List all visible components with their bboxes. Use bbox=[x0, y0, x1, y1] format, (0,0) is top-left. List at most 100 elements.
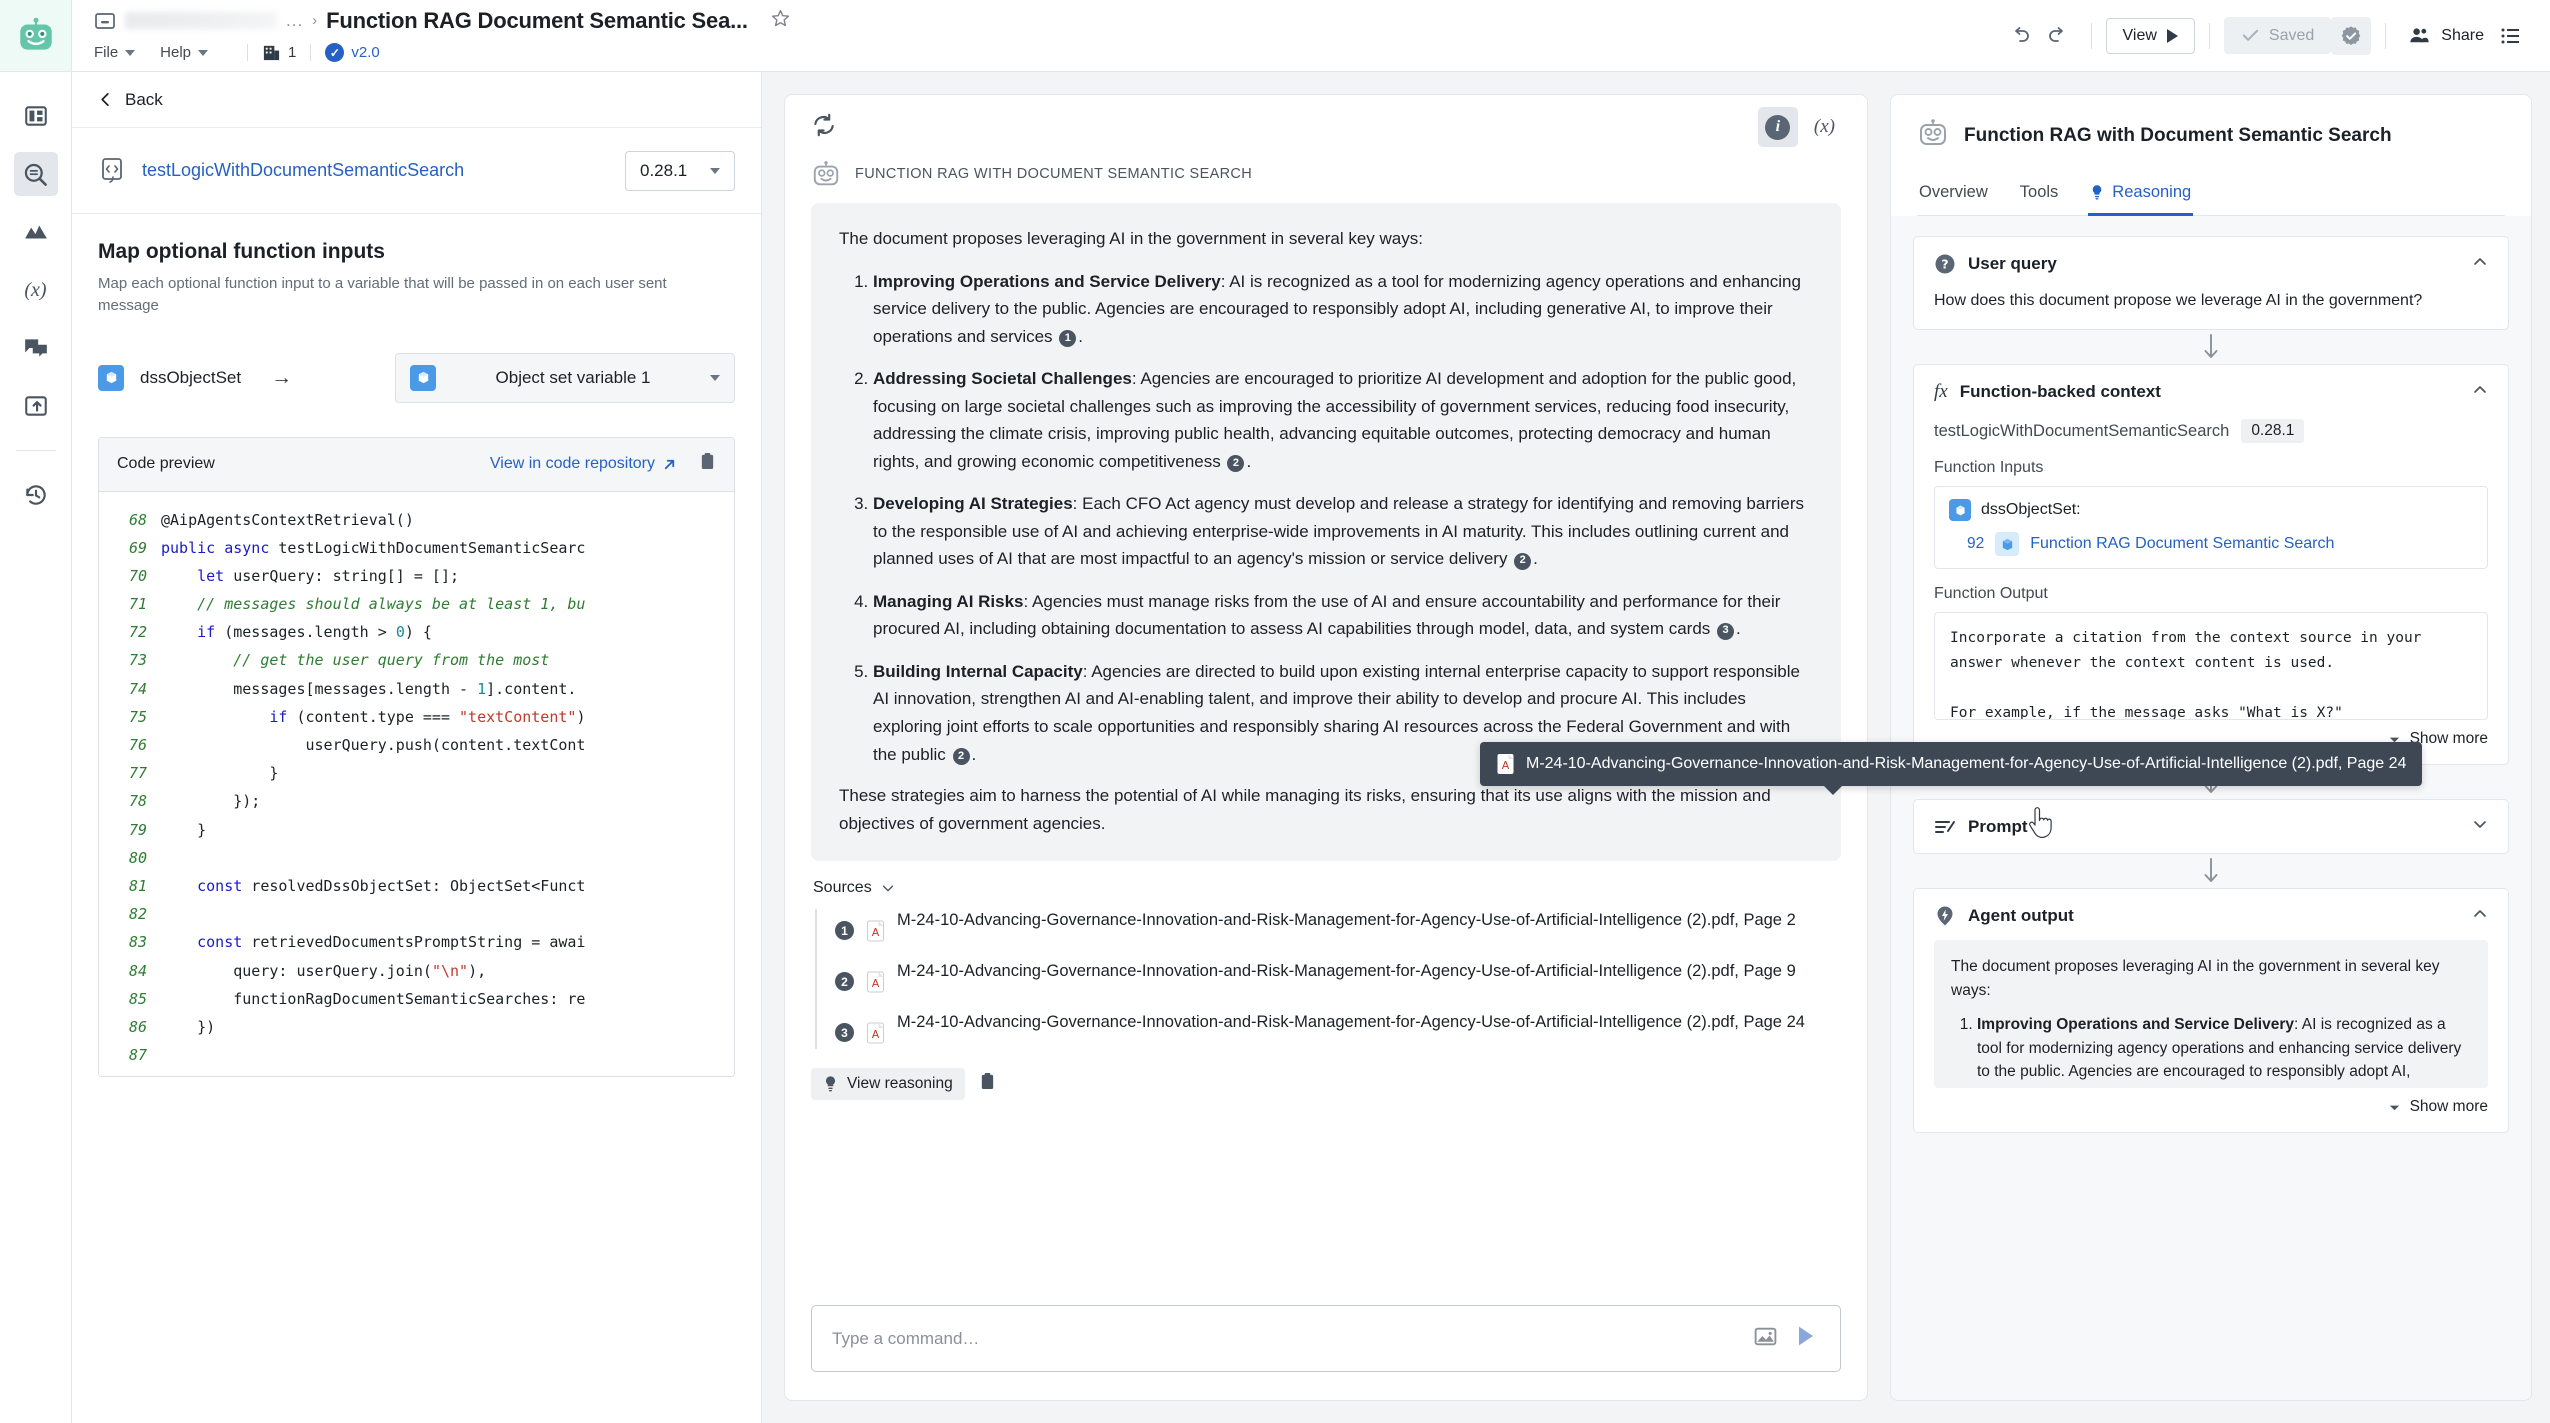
sidebar-item-variables[interactable]: (x) bbox=[14, 268, 58, 312]
citation-badge[interactable]: 2 bbox=[1227, 455, 1245, 473]
fbc-input-link[interactable]: Function RAG Document Semantic Search bbox=[2030, 535, 2334, 553]
breadcrumb-chevron-icon: › bbox=[312, 12, 318, 29]
step-fbc-title: Function-backed context bbox=[1959, 382, 2161, 401]
code-line-text: return { bbox=[161, 1069, 269, 1075]
code-line-text: messages[messages.length - 1].content. bbox=[161, 679, 577, 698]
reasoning-steps[interactable]: ? User query How does this document prop… bbox=[1891, 216, 2531, 1400]
object-set-icon bbox=[1949, 499, 1971, 521]
sidebar-item-publish[interactable] bbox=[14, 384, 58, 428]
code-preview-body[interactable]: 68 @AipAgentsContextRetrieval() 69 public a… bbox=[99, 491, 734, 1076]
actions-divider-2 bbox=[2208, 22, 2210, 49]
variables-fx-button[interactable]: (x) bbox=[1808, 116, 1841, 138]
info-button[interactable]: i bbox=[1757, 107, 1798, 147]
share-button[interactable]: Share bbox=[2400, 16, 2492, 55]
variable-select[interactable]: Object set variable 1 bbox=[395, 352, 735, 403]
info-icon: i bbox=[1765, 114, 1791, 140]
citation-badge[interactable]: 2 bbox=[1514, 552, 1532, 570]
code-line: 73 // get the user query from the most bbox=[99, 646, 734, 674]
sidebar-item-search[interactable] bbox=[13, 152, 58, 196]
step-prompt-title: Prompt bbox=[1968, 816, 2028, 836]
refresh-icon[interactable] bbox=[811, 112, 837, 143]
breadcrumb-ellipsis[interactable]: ... bbox=[286, 11, 303, 31]
redo-icon[interactable] bbox=[2039, 17, 2077, 55]
citation-badge[interactable]: 1 bbox=[1059, 330, 1077, 347]
sidebar-item-layout[interactable] bbox=[14, 94, 58, 138]
code-line-number: 68 bbox=[128, 510, 147, 529]
step-prompt: Prompt bbox=[1913, 799, 2509, 854]
composer[interactable] bbox=[811, 1305, 1841, 1372]
tab-reasoning[interactable]: Reasoning bbox=[2088, 174, 2194, 216]
function-version-select[interactable]: 0.28.1 bbox=[625, 150, 735, 191]
fx-icon: fx bbox=[1934, 381, 1948, 402]
composer-wrapper bbox=[785, 1283, 1867, 1400]
undo-icon[interactable] bbox=[2001, 17, 2039, 55]
menu-file[interactable]: File bbox=[94, 42, 147, 63]
code-preview-label: Code preview bbox=[117, 455, 215, 472]
copy-message-icon[interactable] bbox=[969, 1065, 1006, 1103]
copy-code-icon[interactable] bbox=[699, 452, 716, 476]
step-fbc-header[interactable]: fx Function-backed context bbox=[1934, 381, 2488, 403]
chevron-up-icon[interactable] bbox=[2472, 906, 2488, 927]
code-line-number: 72 bbox=[128, 623, 147, 642]
citation-badge[interactable]: 2 bbox=[952, 747, 970, 765]
check-icon bbox=[2242, 29, 2259, 41]
view-reasoning-button[interactable]: View reasoning bbox=[811, 1068, 965, 1101]
source-number-badge: 3 bbox=[835, 1023, 854, 1043]
code-line-number: 86 bbox=[128, 1017, 147, 1036]
message-list: FUNCTION RAG WITH DOCUMENT SEMANTIC SEAR… bbox=[785, 159, 1867, 1283]
command-input[interactable] bbox=[832, 1328, 1739, 1349]
step-agent-output-header[interactable]: Agent output bbox=[1934, 905, 2488, 927]
agent-output-item: Improving Operations and Service Deliver… bbox=[1977, 1013, 2471, 1088]
chevron-up-icon[interactable] bbox=[2472, 254, 2488, 275]
chevron-down-icon bbox=[710, 167, 720, 174]
back-button[interactable]: Back bbox=[72, 72, 761, 128]
main-area: (x) Back testLogicWithDocumentSemanticSe… bbox=[0, 72, 2550, 1423]
source-item[interactable]: 2 A M-24-10-Advancing-Governance-Innovatio… bbox=[835, 960, 1841, 998]
code-line-number: 78 bbox=[128, 792, 147, 811]
prompt-icon bbox=[1935, 820, 1955, 833]
source-item[interactable]: 3 A M-24-10-Advancing-Governance-Innovatio… bbox=[835, 1011, 1841, 1049]
verified-check-icon: ✓ bbox=[325, 43, 345, 62]
tab-overview[interactable]: Overview bbox=[1917, 174, 1990, 216]
view-button[interactable]: View bbox=[2105, 17, 2195, 54]
agent-output-show-more-button[interactable]: Show more bbox=[1934, 1098, 2488, 1116]
version-chip[interactable]: ✓ v2.0 bbox=[325, 43, 380, 62]
code-line-text: query: userQuery.join("\n"), bbox=[161, 961, 487, 980]
variable-select-value: Object set variable 1 bbox=[495, 367, 651, 387]
sources-toggle[interactable]: Sources bbox=[813, 879, 1841, 897]
step-prompt-header[interactable]: Prompt bbox=[1934, 816, 2488, 837]
step-user-query-header[interactable]: ? User query bbox=[1934, 253, 2488, 275]
send-icon[interactable] bbox=[1792, 1322, 1820, 1355]
arrow-right-icon: → bbox=[271, 365, 293, 389]
menu-help[interactable]: Help bbox=[160, 42, 220, 63]
code-preview-header: Code preview View in code repository bbox=[99, 437, 734, 492]
sidebar-item-chat[interactable] bbox=[14, 326, 58, 370]
source-text[interactable]: M-24-10-Advancing-Governance-Innovation-… bbox=[897, 1011, 1805, 1035]
attach-image-icon[interactable] bbox=[1753, 1324, 1778, 1354]
favorite-star-icon[interactable] bbox=[770, 8, 791, 34]
source-text[interactable]: M-24-10-Advancing-Governance-Innovation-… bbox=[897, 909, 1796, 933]
flow-arrow-3 bbox=[1913, 854, 2509, 888]
code-line-text: @AipAgentsContextRetrieval() bbox=[161, 510, 414, 529]
tab-tools[interactable]: Tools bbox=[2018, 174, 2061, 216]
code-line-text: const retrievedDocumentsPromptString = a… bbox=[197, 933, 586, 952]
app-logo-cell[interactable] bbox=[0, 0, 72, 71]
code-line: 77 } bbox=[99, 759, 734, 787]
code-line-number: 77 bbox=[128, 764, 147, 783]
input-name-label: dssObjectSet bbox=[140, 367, 242, 387]
source-text[interactable]: M-24-10-Advancing-Governance-Innovation-… bbox=[897, 960, 1796, 984]
citation-badge[interactable]: 3 bbox=[1717, 622, 1734, 640]
fbc-output-box[interactable]: Incorporate a citation from the context … bbox=[1934, 612, 2488, 720]
sidebar-item-history[interactable] bbox=[14, 473, 58, 517]
chevron-up-icon[interactable] bbox=[2472, 382, 2488, 403]
org-chip[interactable]: 1 bbox=[262, 43, 296, 62]
source-item[interactable]: 1 A M-24-10-Advancing-Governance-Innovatio… bbox=[835, 909, 1841, 947]
function-name-link[interactable]: testLogicWithDocumentSemanticSearch bbox=[142, 160, 464, 181]
variables-fx-icon: (x) bbox=[24, 278, 47, 301]
publish-seal-button[interactable] bbox=[2331, 16, 2372, 55]
view-in-code-repository-link[interactable]: View in code repository bbox=[490, 455, 677, 473]
sidebar-item-data[interactable] bbox=[14, 210, 58, 254]
list-menu-icon[interactable] bbox=[2492, 17, 2530, 55]
saved-status-button[interactable]: Saved bbox=[2223, 17, 2332, 54]
chevron-down-icon[interactable] bbox=[2472, 816, 2488, 837]
